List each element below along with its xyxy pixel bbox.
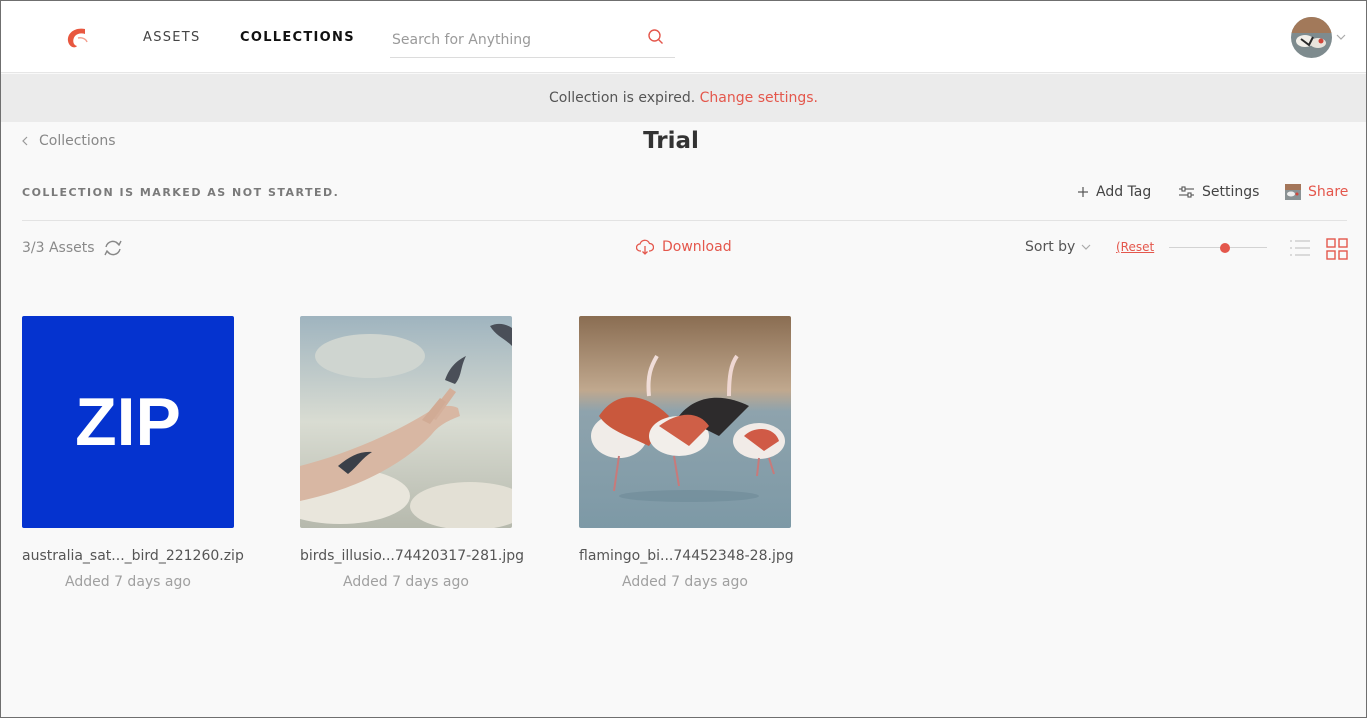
change-settings-link[interactable]: Change settings. [700, 90, 818, 106]
add-tag-label: Add Tag [1096, 184, 1152, 200]
search-icon[interactable] [647, 28, 665, 46]
reset-link[interactable]: (Reset [1116, 240, 1154, 254]
share-label: Share [1308, 184, 1349, 200]
top-bar: ASSETS COLLECTIONS [1, 1, 1366, 73]
download-label: Download [662, 239, 732, 255]
asset-count: 3/3 Assets [22, 239, 123, 257]
nav-assets[interactable]: ASSETS [143, 30, 201, 45]
asset-added-date: Added 7 days ago [622, 574, 748, 590]
grid-view-icon[interactable] [1326, 238, 1348, 260]
share-button[interactable]: Share [1285, 184, 1348, 200]
asset-filename[interactable]: flamingo_bi...74452348-28.jpg [579, 548, 794, 564]
asset-card[interactable]: birds_illusio...74420317-281.jpg Added 7… [300, 316, 524, 590]
asset-added-date: Added 7 days ago [343, 574, 469, 590]
asset-count-label: 3/3 Assets [22, 240, 95, 256]
asset-card[interactable]: ZIP australia_sat..._bird_221260.zip Add… [22, 316, 244, 590]
chevron-down-icon[interactable] [1336, 33, 1346, 41]
share-thumbnail-icon [1285, 184, 1301, 200]
asset-filename[interactable]: birds_illusio...74420317-281.jpg [300, 548, 524, 564]
sort-dropdown[interactable]: Sort by [1025, 239, 1091, 255]
zip-thumb-text: ZIP [75, 384, 181, 460]
add-tag-button[interactable]: Add Tag [1077, 184, 1151, 200]
settings-label: Settings [1202, 184, 1260, 200]
status-text: COLLECTION IS MARKED AS NOT STARTED. [22, 186, 340, 199]
slider-handle[interactable] [1219, 243, 1230, 253]
list-view-icon[interactable] [1289, 239, 1311, 257]
divider [22, 220, 1347, 221]
expired-banner: Collection is expired. Change settings. [1, 74, 1366, 122]
asset-filename[interactable]: australia_sat..._bird_221260.zip [22, 548, 244, 564]
sort-label: Sort by [1025, 239, 1076, 255]
settings-button[interactable]: Settings [1178, 184, 1259, 200]
asset-thumbnail-image[interactable] [300, 316, 512, 528]
refresh-icon[interactable] [103, 239, 123, 257]
download-button[interactable]: Download [636, 239, 732, 255]
sliders-icon [1179, 186, 1194, 198]
asset-card[interactable]: flamingo_bi...74452348-28.jpg Added 7 da… [579, 316, 794, 590]
asset-thumbnail-zip[interactable]: ZIP [22, 316, 234, 528]
banner-text: Collection is expired. [549, 90, 696, 106]
asset-added-date: Added 7 days ago [65, 574, 191, 590]
thumbnail-size-slider[interactable] [1169, 241, 1267, 255]
cloud-download-icon [636, 239, 654, 255]
page-title: Trial [643, 128, 699, 154]
nav-collections[interactable]: COLLECTIONS [240, 30, 355, 45]
plus-icon [1078, 187, 1088, 197]
logo-icon[interactable] [63, 25, 91, 53]
asset-thumbnail-image[interactable] [579, 316, 791, 528]
avatar[interactable] [1291, 17, 1332, 58]
slider-track [1169, 247, 1267, 248]
search-input[interactable] [392, 28, 637, 52]
chevron-down-icon [1081, 244, 1091, 250]
search-box [390, 24, 675, 58]
